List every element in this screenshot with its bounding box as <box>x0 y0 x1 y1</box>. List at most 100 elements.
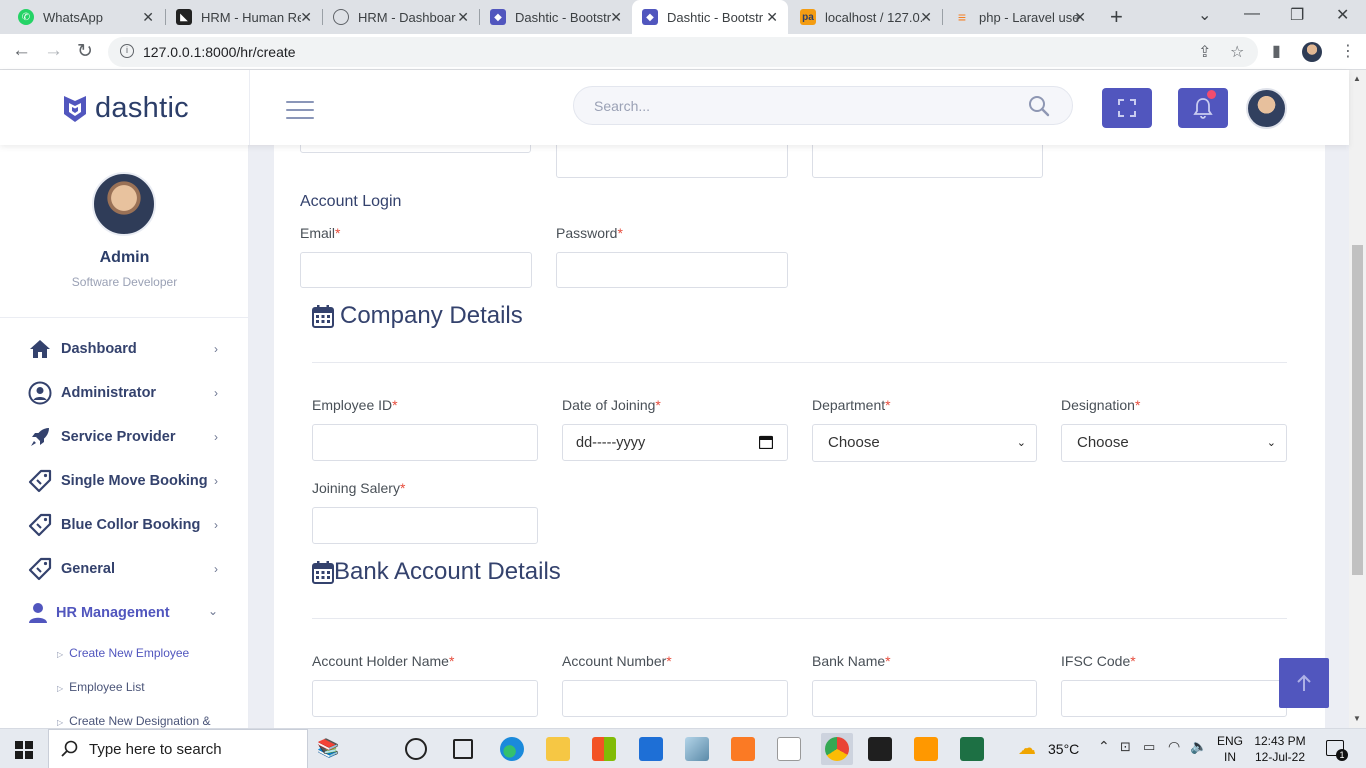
tab-separator <box>942 9 943 25</box>
sidebar-item-service-provider[interactable]: Service Provider › <box>28 422 224 452</box>
department-select[interactable]: Choose ⌄ <box>812 424 1037 462</box>
chevron-right-icon: › <box>214 518 218 532</box>
windows-taskbar: Type here to search 📚 ☁ 35°C ⌃ ⊡ ▭ ◠ 🔈 E… <box>0 728 1366 768</box>
search-icon[interactable] <box>1028 95 1050 117</box>
terminal-icon[interactable] <box>868 737 892 761</box>
search-highlight-icon: 📚 <box>317 738 340 758</box>
share-icon[interactable]: ⇪ <box>1198 42 1211 62</box>
edge-browser-icon[interactable] <box>500 737 524 761</box>
account-holder-field[interactable] <box>312 680 538 717</box>
sidebar-item-single-move-booking[interactable]: Single Move Booking › <box>28 466 224 496</box>
close-tab-icon[interactable]: ✕ <box>142 9 154 26</box>
windows-start-icon[interactable] <box>15 741 33 759</box>
clock[interactable]: 12:43 PM 12-Jul-22 <box>1250 733 1310 765</box>
url-field[interactable]: i 127.0.0.1:8000/hr/create ⇪ ☆ <box>108 37 1258 67</box>
submenu-create-new-employee[interactable]: ▷ Create New Employee <box>57 646 189 660</box>
search-input[interactable]: Search... <box>573 86 1073 125</box>
calendar-picker-icon[interactable] <box>759 435 773 449</box>
tab-hrm-human[interactable]: ◣ HRM - Human Re ✕ <box>166 0 322 34</box>
scroll-up-arrow-icon[interactable]: ▲ <box>1353 74 1361 83</box>
joining-salary-field[interactable] <box>312 507 538 544</box>
tab-hrm-dashboard[interactable]: HRM - Dashboar ✕ <box>323 0 479 34</box>
date-of-joining-field[interactable]: dd-----yyyy <box>562 424 788 461</box>
user-avatar[interactable] <box>1246 88 1287 129</box>
dashtic-icon: ◆ <box>642 9 658 25</box>
submenu-employee-list[interactable]: ▷ Employee List <box>57 680 145 694</box>
xampp-icon[interactable] <box>731 737 755 761</box>
excel-icon[interactable] <box>960 737 984 761</box>
submenu-create-new-designation[interactable]: ▷ Create New Designation & <box>57 714 211 728</box>
sidebar-item-dashboard[interactable]: Dashboard › <box>28 334 224 364</box>
email-field[interactable] <box>300 252 532 288</box>
restore-icon[interactable]: ❐ <box>1290 5 1304 25</box>
bank-details-heading: Bank Account Details <box>312 558 561 586</box>
forward-arrow-icon[interactable]: → <box>44 40 63 62</box>
tab-search-chevron-icon[interactable]: ⌄ <box>1198 5 1211 25</box>
browser-menu-icon[interactable]: ⋮ <box>1340 41 1356 61</box>
address-line-field-partial[interactable] <box>300 145 531 153</box>
taskbar-search-input[interactable]: Type here to search 📚 <box>48 729 339 768</box>
close-tab-icon[interactable]: ✕ <box>920 9 932 26</box>
account-number-field[interactable] <box>562 680 788 717</box>
scroll-to-top-button[interactable] <box>1279 658 1329 708</box>
file-explorer-icon[interactable] <box>546 737 570 761</box>
close-tab-icon[interactable]: ✕ <box>766 9 778 26</box>
microsoft-store-icon[interactable] <box>592 737 616 761</box>
chrome-icon[interactable] <box>825 737 849 761</box>
sidebar-item-blue-collor-booking[interactable]: Blue Collor Booking › <box>28 510 224 540</box>
close-window-icon[interactable]: ✕ <box>1336 5 1349 25</box>
scrollbar-thumb[interactable] <box>1352 245 1363 575</box>
mail-icon[interactable] <box>639 737 663 761</box>
tab-whatsapp[interactable]: ✆ WhatsApp ✕ <box>8 0 164 34</box>
language-indicator[interactable]: ENG IN <box>1214 733 1246 765</box>
scroll-down-arrow-icon[interactable]: ▼ <box>1353 714 1361 723</box>
phpmyadmin-icon: pa <box>800 9 816 25</box>
tab-dashtic-1[interactable]: ◆ Dashtic - Bootstr ✕ <box>480 0 632 34</box>
bank-name-field[interactable] <box>812 680 1037 717</box>
employee-id-field[interactable] <box>312 424 538 461</box>
back-arrow-icon[interactable]: ← <box>12 40 31 62</box>
close-tab-icon[interactable]: ✕ <box>610 9 622 26</box>
wifi-icon[interactable]: ◠ <box>1168 738 1180 755</box>
minimize-icon[interactable]: — <box>1244 5 1260 23</box>
new-tab-icon[interactable]: + <box>1110 4 1123 30</box>
document-icon[interactable] <box>777 737 801 761</box>
notifications-button[interactable] <box>1178 88 1228 128</box>
sidebar-item-hr-management[interactable]: HR Management ⌄ <box>28 598 224 628</box>
tab-phpmyadmin[interactable]: pa localhost / 127.0. ✕ <box>790 0 942 34</box>
tag-icon <box>28 557 52 581</box>
task-view-icon[interactable] <box>453 739 473 759</box>
password-field[interactable] <box>556 252 788 288</box>
notes-app-icon[interactable] <box>685 737 709 761</box>
fullscreen-button[interactable] <box>1102 88 1152 128</box>
designation-select[interactable]: Choose ⌄ <box>1061 424 1287 462</box>
sidebar-item-general[interactable]: General › <box>28 554 224 584</box>
reload-icon[interactable]: ↻ <box>77 40 93 63</box>
chevron-right-icon: › <box>214 430 218 444</box>
address-textarea-partial[interactable] <box>556 145 788 178</box>
chevron-right-icon: › <box>214 342 218 356</box>
close-tab-icon[interactable]: ✕ <box>300 9 312 26</box>
close-tab-icon[interactable]: ✕ <box>1074 9 1086 26</box>
volume-icon[interactable]: 🔈 <box>1190 738 1207 755</box>
bank-name-label: Bank Name* <box>812 653 891 669</box>
ifsc-code-field[interactable] <box>1061 680 1287 717</box>
tray-chevron-up-icon[interactable]: ⌃ <box>1098 738 1110 755</box>
fullscreen-icon <box>1118 99 1136 117</box>
site-info-icon[interactable]: i <box>120 44 134 58</box>
side-panel-icon[interactable]: ▮ <box>1272 41 1281 61</box>
tab-dashtic-active[interactable]: ◆ Dashtic - Bootstr ✕ <box>632 0 788 34</box>
page-scrollbar[interactable]: ▲ ▼ <box>1349 70 1366 728</box>
notes-textarea-partial[interactable] <box>812 145 1043 178</box>
tab-stackoverflow[interactable]: ≡ php - Laravel use ✕ <box>944 0 1096 34</box>
network-device-icon[interactable]: ⊡ <box>1120 739 1131 755</box>
cortana-icon[interactable] <box>405 738 427 760</box>
battery-icon[interactable]: ▭ <box>1143 739 1155 755</box>
browser-profile-avatar[interactable] <box>1302 42 1322 62</box>
logo[interactable]: dashtic <box>62 92 189 125</box>
sidebar-item-administrator[interactable]: Administrator › <box>28 378 224 408</box>
sublime-text-icon[interactable] <box>914 737 938 761</box>
bookmark-star-icon[interactable]: ☆ <box>1230 42 1244 62</box>
close-tab-icon[interactable]: ✕ <box>457 9 469 26</box>
menu-toggle-icon[interactable] <box>286 101 314 121</box>
